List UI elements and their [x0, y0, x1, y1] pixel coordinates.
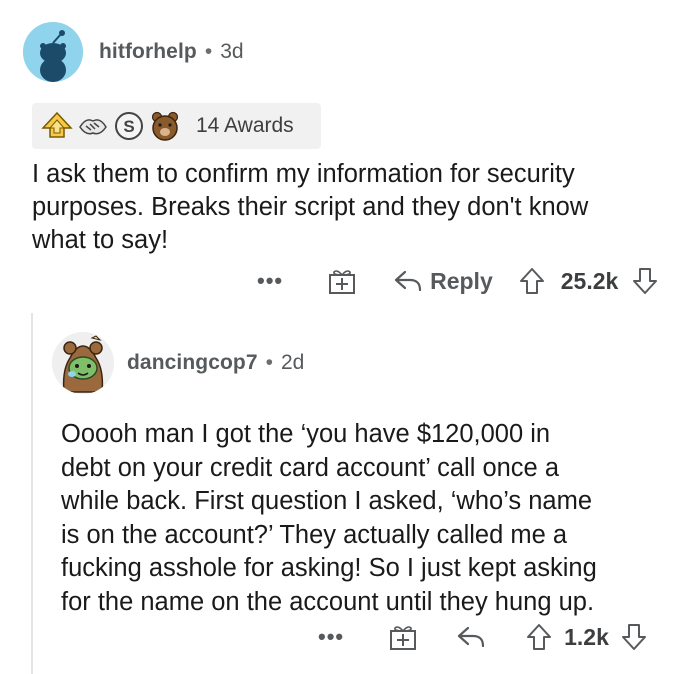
comment-line: fucking asshole for asking! So I just ke…: [61, 554, 597, 582]
comment-line: while back. First question I asked, ‘who…: [61, 487, 593, 515]
comment-line: debt on your credit card account’ call o…: [61, 453, 560, 482]
comment-1-actions: ••• Reply 25.2k: [257, 266, 658, 296]
user-avatar[interactable]: [52, 332, 114, 394]
comment-line: purposes. Breaks their script and they d…: [32, 193, 589, 221]
vote-score: 25.2k: [560, 267, 619, 294]
more-options-button[interactable]: •••: [257, 268, 283, 294]
meta-separator: •: [265, 351, 273, 374]
gold-arrows-award-icon: [41, 111, 73, 138]
comment-line: is on the account?’ They actually called…: [61, 520, 568, 549]
downvote-arrow-icon[interactable]: [632, 267, 658, 295]
comment-1-header: hitforhelp • 3d: [23, 22, 244, 82]
reply-icon[interactable]: [456, 624, 486, 650]
downvote-arrow-icon[interactable]: [621, 623, 647, 651]
silver-award-icon: S: [115, 112, 143, 140]
user-avatar[interactable]: [23, 22, 83, 82]
comment-line: what to say!: [32, 226, 169, 254]
thread-line[interactable]: [31, 313, 33, 674]
upvote-arrow-icon[interactable]: [519, 267, 545, 295]
svg-text:S: S: [123, 117, 134, 136]
bear-costume-avatar-icon: [52, 332, 114, 394]
comment-2-actions: ••• 1.2k: [318, 622, 647, 652]
username[interactable]: hitforhelp: [99, 40, 197, 64]
bear-award-icon: [151, 111, 179, 141]
give-award-icon[interactable]: [388, 622, 418, 652]
comment-age: 3d: [220, 40, 244, 63]
more-options-button[interactable]: •••: [318, 624, 344, 650]
reply-button[interactable]: Reply: [430, 268, 493, 295]
reply-icon[interactable]: [393, 268, 423, 294]
give-award-icon[interactable]: [327, 266, 357, 296]
comment-1-body: I ask them to confirm my information for…: [32, 158, 588, 257]
comment-line: for the name on the account until they h…: [61, 587, 595, 616]
upvote-arrow-icon[interactable]: [526, 623, 552, 651]
comment-line: I ask them to confirm my information for…: [32, 160, 575, 188]
comment-2-header: dancingcop7 • 2d: [52, 332, 304, 394]
comment-age: 2d: [280, 351, 305, 374]
username[interactable]: dancingcop7: [127, 351, 258, 375]
awards-count: 14 Awards: [196, 114, 294, 137]
vote-score: 1.2k: [564, 623, 609, 650]
meta-separator: •: [204, 40, 213, 63]
handshake-award-icon: [79, 119, 107, 135]
comment-2-body: Ooooh man I got the ‘you have $120,000 i…: [61, 418, 597, 619]
snoo-avatar-icon: [23, 22, 83, 82]
awards-bar[interactable]: S 14 Awards: [32, 103, 321, 149]
comment-line: Ooooh man I got the ‘you have $120,000 i…: [61, 420, 551, 448]
